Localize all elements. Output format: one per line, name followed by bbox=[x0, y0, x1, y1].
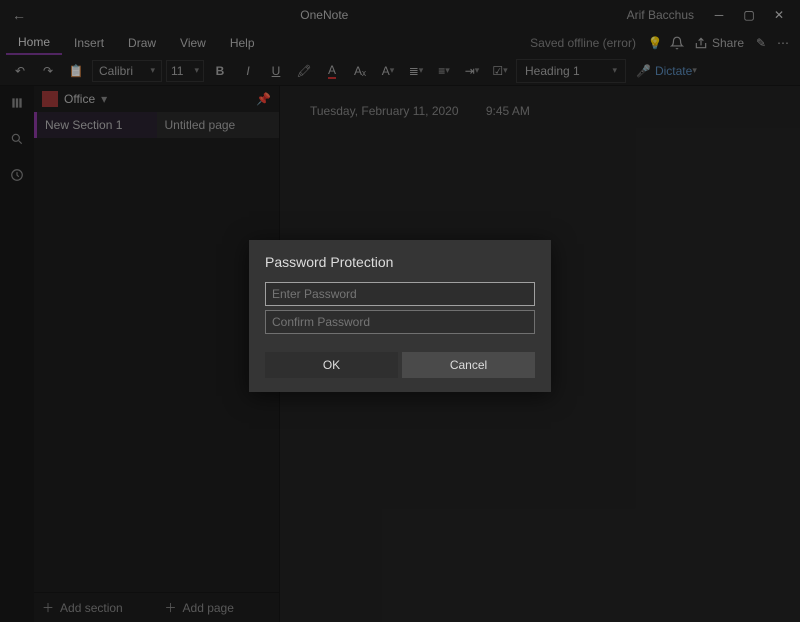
confirm-password-input[interactable] bbox=[265, 310, 535, 334]
dialog-title: Password Protection bbox=[265, 254, 535, 270]
cancel-button[interactable]: Cancel bbox=[402, 352, 535, 378]
password-input[interactable] bbox=[265, 282, 535, 306]
password-dialog: Password Protection OK Cancel bbox=[249, 240, 551, 392]
ok-button[interactable]: OK bbox=[265, 352, 398, 378]
